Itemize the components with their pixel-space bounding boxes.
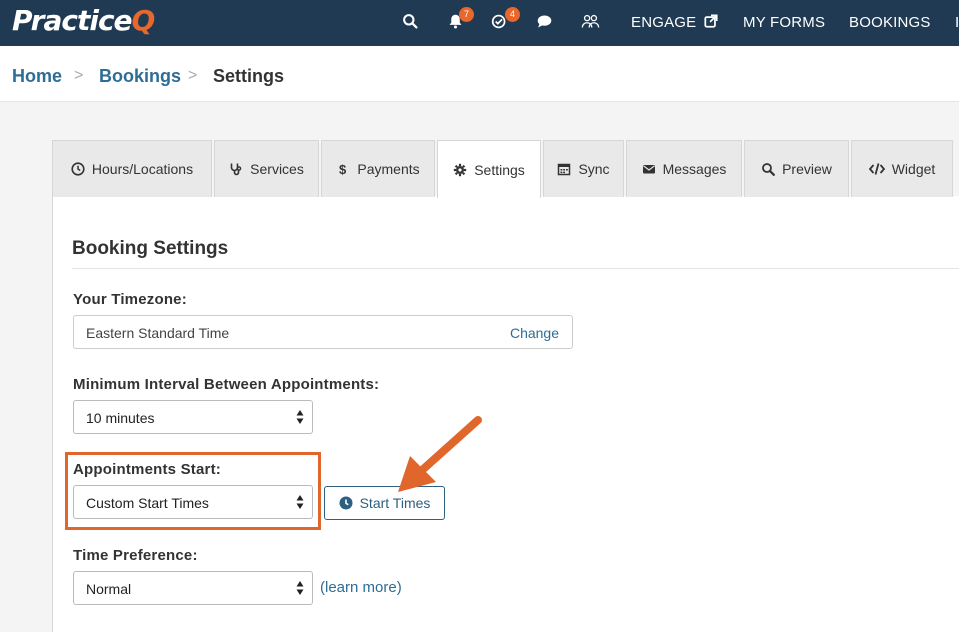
tab-preview[interactable]: Preview [744, 140, 849, 197]
code-icon [868, 163, 885, 175]
select-arrows-icon [296, 495, 304, 509]
nav-more[interactable]: I [955, 14, 959, 31]
select-arrows-icon [296, 410, 304, 424]
learn-more-link[interactable]: (learn more) [320, 579, 402, 596]
timezone-field: Eastern Standard Time Change [73, 315, 573, 349]
tab-sync[interactable]: Sync [543, 140, 624, 197]
tab-messages[interactable]: Messages [626, 140, 742, 197]
divider [72, 268, 959, 269]
change-timezone-link[interactable]: Change [510, 325, 559, 341]
select-arrows-icon [296, 581, 304, 595]
tab-payments[interactable]: $ Payments [321, 140, 435, 197]
page-title: Booking Settings [72, 238, 229, 259]
gear-icon [454, 163, 467, 176]
tab-widget[interactable]: Widget [851, 140, 953, 197]
nav-engage[interactable]: ENGAGE [631, 14, 718, 31]
users-icon[interactable] [581, 13, 601, 33]
breadcrumb-home[interactable]: Home [12, 66, 62, 87]
notifications-badge: 7 [459, 7, 474, 22]
practiceq-logo[interactable]: PracticeQ [12, 4, 155, 37]
tab-hours-locations[interactable]: Hours/Locations [52, 140, 212, 197]
annotation-arrow [398, 416, 482, 492]
external-link-icon [704, 14, 718, 28]
envelope-icon [642, 165, 655, 174]
tasks-badge: 4 [505, 7, 520, 22]
min-interval-label: Minimum Interval Between Appointments: [73, 376, 380, 393]
breadcrumb-current: Settings [213, 66, 285, 86]
clock-icon [71, 162, 85, 176]
calendar-icon [558, 163, 571, 176]
dollar-icon: $ [339, 162, 347, 176]
nav-bookings[interactable]: BOOKINGS [849, 14, 931, 31]
stethoscope-icon [230, 163, 242, 176]
clock-icon [339, 496, 353, 510]
breadcrumb-separator: > [188, 67, 198, 84]
appointments-start-select[interactable]: Custom Start Times [73, 485, 313, 519]
appointments-start-label: Appointments Start: [73, 461, 221, 478]
breadcrumb-separator: > [74, 67, 84, 84]
chat-icon[interactable] [536, 13, 556, 33]
timezone-value: Eastern Standard Time [86, 325, 230, 341]
time-preference-select[interactable]: Normal [73, 571, 313, 605]
time-preference-label: Time Preference: [73, 547, 198, 564]
nav-my-forms[interactable]: MY FORMS [743, 14, 825, 31]
search-icon[interactable] [402, 13, 422, 33]
min-interval-select[interactable]: 10 minutes [73, 400, 313, 434]
svg-text:$: $ [339, 162, 347, 176]
timezone-label: Your Timezone: [73, 291, 187, 308]
breadcrumb-bookings[interactable]: Bookings [99, 66, 181, 87]
tab-settings[interactable]: Settings [437, 140, 541, 198]
top-nav: PracticeQ 7 4 ENGAGE MY FORMS BOOKINGS I [0, 0, 959, 46]
search-icon [762, 163, 775, 176]
tab-services[interactable]: Services [214, 140, 319, 197]
